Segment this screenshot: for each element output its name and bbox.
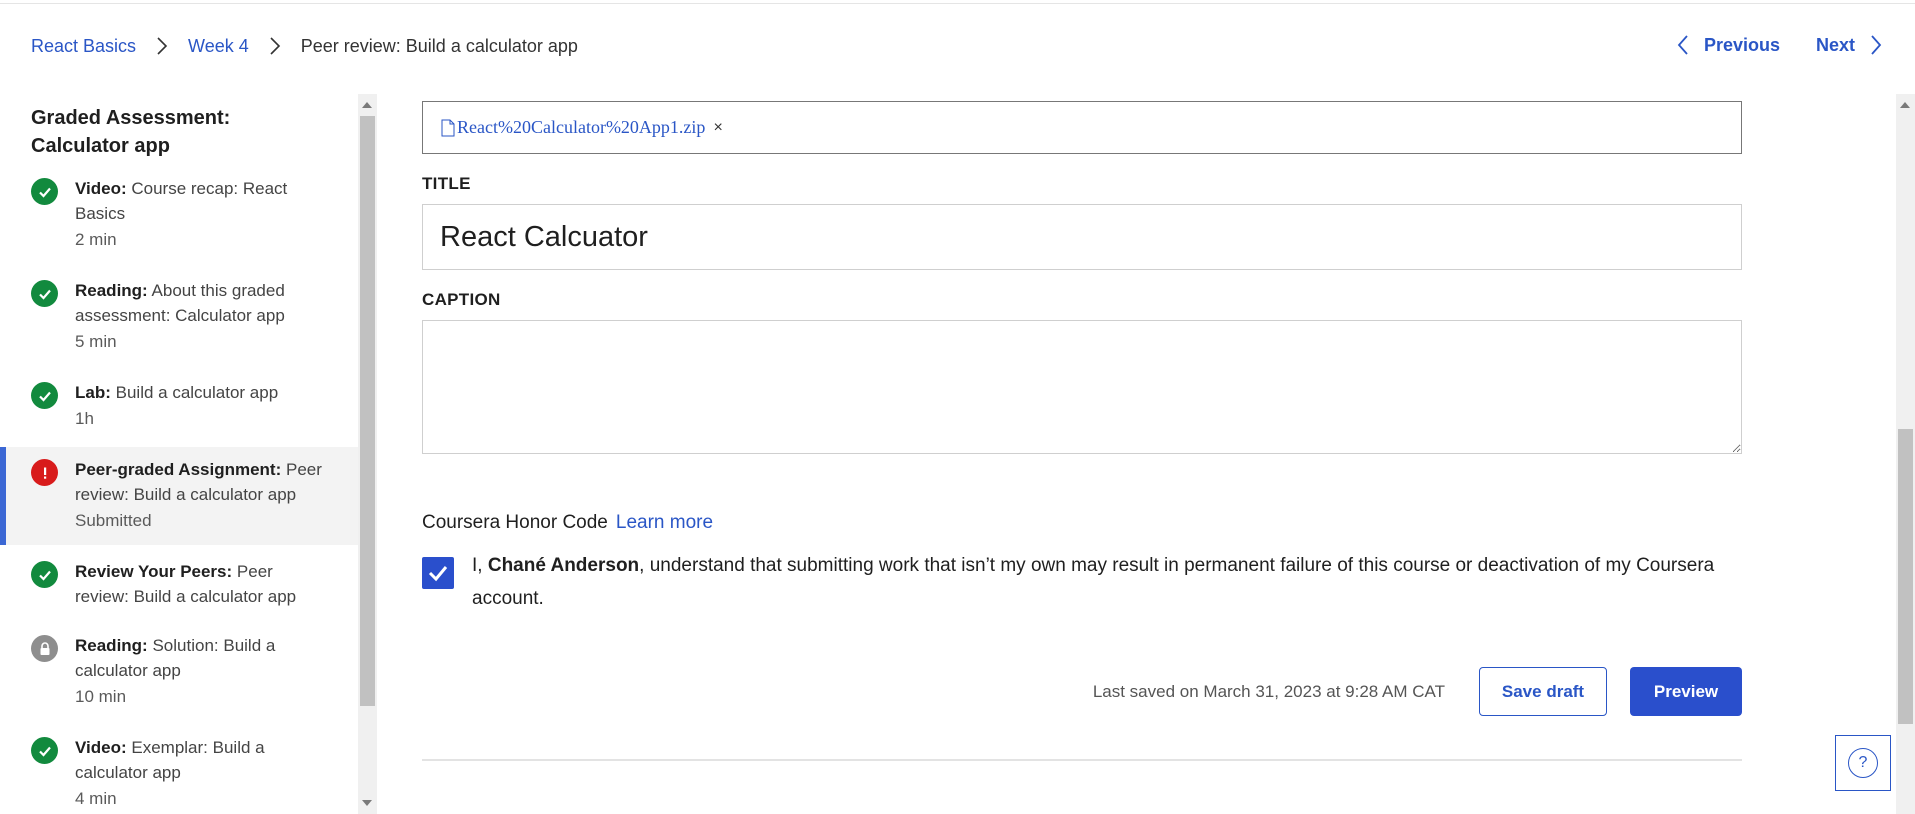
sidebar-item-title: Reading: About this graded assessment: C…: [75, 278, 330, 328]
sidebar-item-meta: 4 min: [75, 789, 117, 808]
sidebar-item[interactable]: Peer-graded Assignment: Peer review: Bui…: [0, 447, 358, 545]
sidebar-item[interactable]: Video: Exemplar: Build a calculator app 4…: [0, 725, 358, 814]
scroll-down-arrow-icon[interactable]: [362, 800, 372, 806]
honor-code-statement: I, Chané Anderson, understand that submi…: [472, 549, 1742, 615]
next-label: Next: [1815, 34, 1855, 55]
remove-file-icon[interactable]: ×: [713, 119, 722, 137]
sidebar-item[interactable]: Lab: Build a calculator app 1h: [0, 370, 358, 443]
sidebar-item[interactable]: Reading: About this graded assessment: C…: [0, 268, 358, 366]
caption-textarea[interactable]: [422, 320, 1742, 454]
scroll-up-arrow-icon[interactable]: [1900, 102, 1910, 108]
sidebar-item-title: Lab: Build a calculator app: [75, 380, 330, 405]
learn-more-link[interactable]: Learn more: [616, 512, 713, 533]
submission-form: React%20Calculator%20App1.zip × TITLE CA…: [422, 101, 1742, 761]
sidebar-item[interactable]: Review Your Peers: Peer review: Build a …: [0, 549, 358, 619]
sidebar-item-title: Reading: Solution: Build a calculator ap…: [75, 633, 330, 683]
sidebar-scroll-thumb[interactable]: [360, 116, 375, 706]
statement-prefix: I,: [472, 555, 488, 576]
sidebar-item-type: Reading:: [75, 281, 148, 300]
title-label: TITLE: [422, 174, 471, 193]
sidebar-item-label: Build a calculator app: [115, 383, 279, 402]
sidebar-item-title: Review Your Peers: Peer review: Build a …: [75, 559, 330, 609]
sidebar-item[interactable]: Video: Course recap: React Basics 2 min: [0, 166, 358, 264]
preview-button[interactable]: Preview: [1630, 667, 1742, 716]
sidebar-item[interactable]: Reading: Solution: Build a calculator ap…: [0, 623, 358, 721]
sidebar-item-title: Video: Exemplar: Build a calculator app: [75, 735, 330, 785]
honor-code-checkbox[interactable]: [422, 557, 454, 589]
sidebar-item-meta: 1h: [75, 409, 94, 428]
check-icon: [428, 566, 448, 582]
file-icon: [441, 119, 455, 136]
sidebar-item-type: Video:: [75, 179, 127, 198]
previous-button[interactable]: Previous: [1676, 34, 1780, 56]
check-circle-icon: [31, 561, 58, 588]
sidebar-title: Graded Assessment: Calculator app: [31, 107, 231, 157]
sidebar-item-meta: 10 min: [75, 687, 127, 706]
page-scroll-thumb[interactable]: [1898, 429, 1913, 724]
help-icon: ?: [1848, 748, 1878, 778]
item-pager: Previous Next: [1676, 34, 1883, 56]
chevron-left-icon: [1677, 35, 1688, 55]
lock-circle-icon: [31, 635, 58, 662]
attached-file-link[interactable]: React%20Calculator%20App1.zip: [441, 117, 705, 138]
last-saved-text: Last saved on March 31, 2023 at 9:28 AM …: [1092, 681, 1445, 701]
sidebar-item-list: Video: Course recap: React Basics 2 min Re…: [0, 166, 358, 814]
sidebar-item-title: Video: Course recap: React Basics: [75, 176, 330, 226]
breadcrumb-course-link[interactable]: React Basics: [31, 36, 136, 57]
check-circle-icon: [31, 178, 58, 205]
sidebar-scrollbar[interactable]: [358, 94, 377, 814]
breadcrumb: React Basics Week 4 Peer review: Build a…: [31, 34, 578, 58]
next-button[interactable]: Next: [1816, 34, 1883, 56]
title-input[interactable]: [422, 204, 1742, 270]
sidebar-item-type: Review Your Peers:: [75, 562, 233, 581]
chevron-right-icon: [1871, 35, 1882, 55]
honor-code-heading: Coursera Honor Code Learn more: [422, 512, 1742, 534]
sidebar-item-type: Lab:: [75, 383, 111, 402]
alert-circle-icon: [31, 459, 58, 486]
previous-label: Previous: [1703, 34, 1780, 55]
save-draft-button[interactable]: Save draft: [1479, 667, 1607, 716]
honor-code-label: Coursera Honor Code: [422, 512, 608, 533]
breadcrumb-current: Peer review: Build a calculator app: [300, 35, 578, 56]
section-divider: [422, 759, 1742, 761]
sidebar-item-meta: Submitted: [75, 511, 152, 530]
scroll-up-arrow-icon[interactable]: [362, 102, 372, 108]
sidebar-item-type: Video:: [75, 738, 127, 757]
form-actions: Last saved on March 31, 2023 at 9:28 AM …: [422, 667, 1742, 716]
check-circle-icon: [31, 382, 58, 409]
check-circle-icon: [31, 737, 58, 764]
file-attachment-box: React%20Calculator%20App1.zip ×: [422, 101, 1742, 154]
sidebar-item-meta: 5 min: [75, 332, 117, 351]
attached-file-name: React%20Calculator%20App1.zip: [457, 117, 706, 137]
sidebar-item-type: Reading:: [75, 636, 148, 655]
module-sidebar: Graded Assessment: Calculator app Video:…: [0, 94, 358, 814]
caption-label: CAPTION: [422, 290, 501, 309]
honor-code-agreement: I, Chané Anderson, understand that submi…: [422, 549, 1742, 615]
learner-name: Chané Anderson: [487, 555, 640, 576]
sidebar-item-title: Peer-graded Assignment: Peer review: Bui…: [75, 457, 330, 507]
chevron-right-icon: [259, 34, 291, 58]
page-scrollbar[interactable]: [1896, 94, 1915, 814]
check-circle-icon: [31, 280, 58, 307]
breadcrumb-week-link[interactable]: Week 4: [188, 36, 249, 57]
sidebar-item-type: Peer-graded Assignment:: [75, 460, 282, 479]
chevron-right-icon: [146, 34, 178, 58]
statement-body: , understand that submitting work that i…: [472, 555, 1715, 609]
help-button[interactable]: ?: [1835, 735, 1891, 791]
top-divider: [0, 0, 1915, 4]
sidebar-item-meta: 2 min: [75, 230, 117, 249]
